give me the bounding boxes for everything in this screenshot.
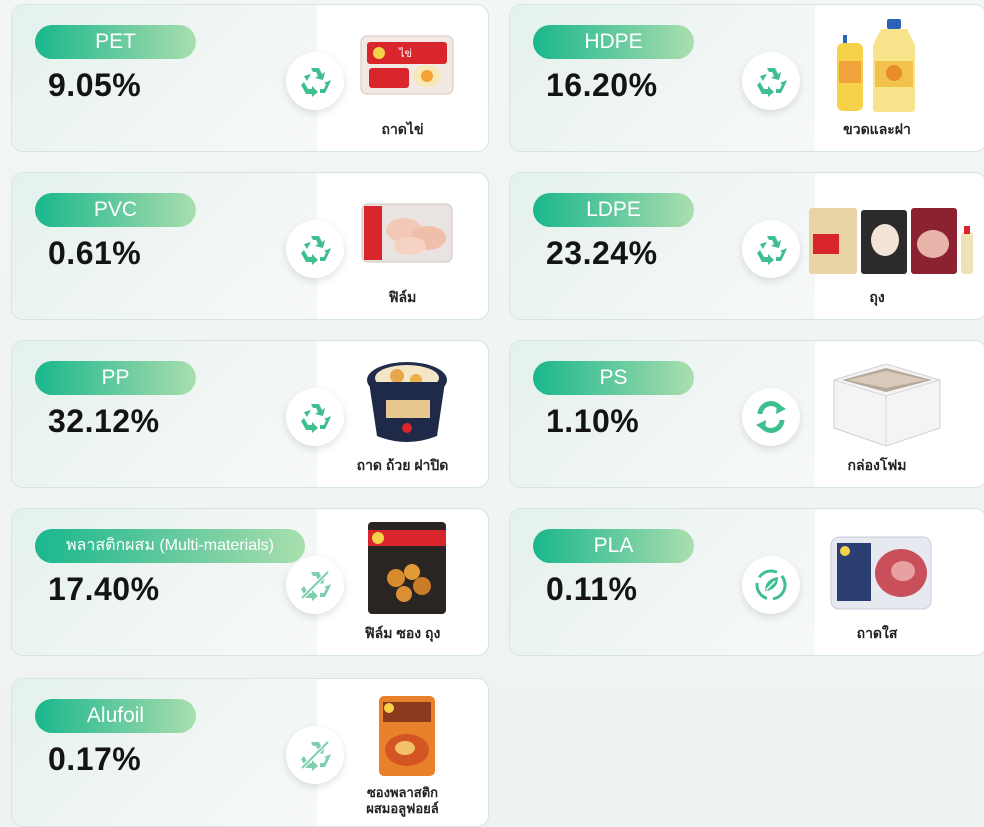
packaging-caption-line: ซองพลาสติก: [366, 785, 439, 800]
compostable-leaf-icon: [742, 556, 800, 614]
material-code-label: PS: [533, 361, 694, 395]
material-card-ps: PS 1.10% กล่องโฟม: [509, 340, 984, 488]
bags-product-image: [806, 205, 978, 277]
no-recycle-icon: [286, 556, 344, 614]
material-code-label: LDPE: [533, 193, 694, 227]
packaging-caption: กล่องโฟม: [847, 457, 907, 473]
material-code-label: HDPE: [533, 25, 694, 59]
foil-pouch-product-image: [357, 693, 457, 779]
material-code-label: PET: [35, 25, 196, 59]
packaging-caption: ถุง: [869, 289, 885, 305]
recycle-icon: [286, 388, 344, 446]
material-percentage: 16.20%: [546, 67, 658, 103]
material-percentage: 23.24%: [546, 235, 658, 271]
packaging-caption: ถาดใส: [856, 625, 898, 641]
material-code-label: PP: [35, 361, 196, 395]
recycle-icon: [742, 52, 800, 110]
material-card-pvc: PVC 0.61% ฟิล์ม: [11, 172, 489, 320]
material-code-label: PVC: [35, 193, 196, 227]
material-card-alufoil: Alufoil 0.17% ซองพลาสติก ผสมอลูฟอยล์: [11, 678, 489, 827]
no-recycle-icon: [286, 726, 344, 784]
svg-text:ไข่: ไข่: [398, 47, 412, 60]
packaging-caption: ถาด ถ้วย ฝาปิด: [356, 457, 449, 473]
material-percentage: 1.10%: [546, 403, 640, 439]
foam-box-product-image: [826, 355, 946, 451]
material-code-label: PLA: [533, 529, 694, 563]
material-card-pla: PLA 0.11% ถาดใส: [509, 508, 984, 656]
material-percentage: 0.17%: [48, 741, 142, 777]
refresh-cycle-icon: [742, 388, 800, 446]
material-percentage: 32.12%: [48, 403, 160, 439]
packaging-caption: ฟิล์ม ซอง ถุง: [364, 625, 441, 641]
recycle-icon: [286, 52, 344, 110]
packaging-caption: ซองพลาสติก ผสมอลูฟอยล์: [317, 785, 488, 817]
material-card-multi-materials: พลาสติกผสม (Multi-materials) 17.40% ฟิล์…: [11, 508, 489, 656]
cup-product-image: [357, 355, 457, 447]
packaging-caption: ฟิล์ม: [388, 289, 417, 305]
clear-tray-product-image: [826, 527, 936, 619]
packaging-caption: ถาดไข่: [381, 121, 424, 137]
packaging-caption-line: ผสมอลูฟอยล์: [366, 801, 439, 816]
material-percentage: 17.40%: [48, 571, 160, 607]
egg-tray-product-image: ไข่: [357, 19, 457, 111]
chicken-film-product-image: [357, 187, 457, 279]
snack-pouch-product-image: [357, 519, 457, 617]
material-card-pet: PET 9.05% ไข่ ถาดไข่: [11, 4, 489, 152]
material-card-ldpe: LDPE 23.24% ถุง: [509, 172, 984, 320]
recycle-icon: [742, 220, 800, 278]
material-card-pp: PP 32.12% ถาด ถ้วย ฝาปิด: [11, 340, 489, 488]
recycle-icon: [286, 220, 344, 278]
material-card-hdpe: HDPE 16.20% ขวดและฝา: [509, 4, 984, 152]
packaging-caption: ขวดและฝา: [843, 121, 911, 137]
material-code-label: Alufoil: [35, 699, 196, 733]
material-code-label: พลาสติกผสม (Multi-materials): [35, 529, 305, 563]
material-percentage: 0.11%: [546, 571, 638, 607]
material-percentage: 9.05%: [48, 67, 142, 103]
bottles-product-image: [826, 15, 936, 115]
material-percentage: 0.61%: [48, 235, 142, 271]
